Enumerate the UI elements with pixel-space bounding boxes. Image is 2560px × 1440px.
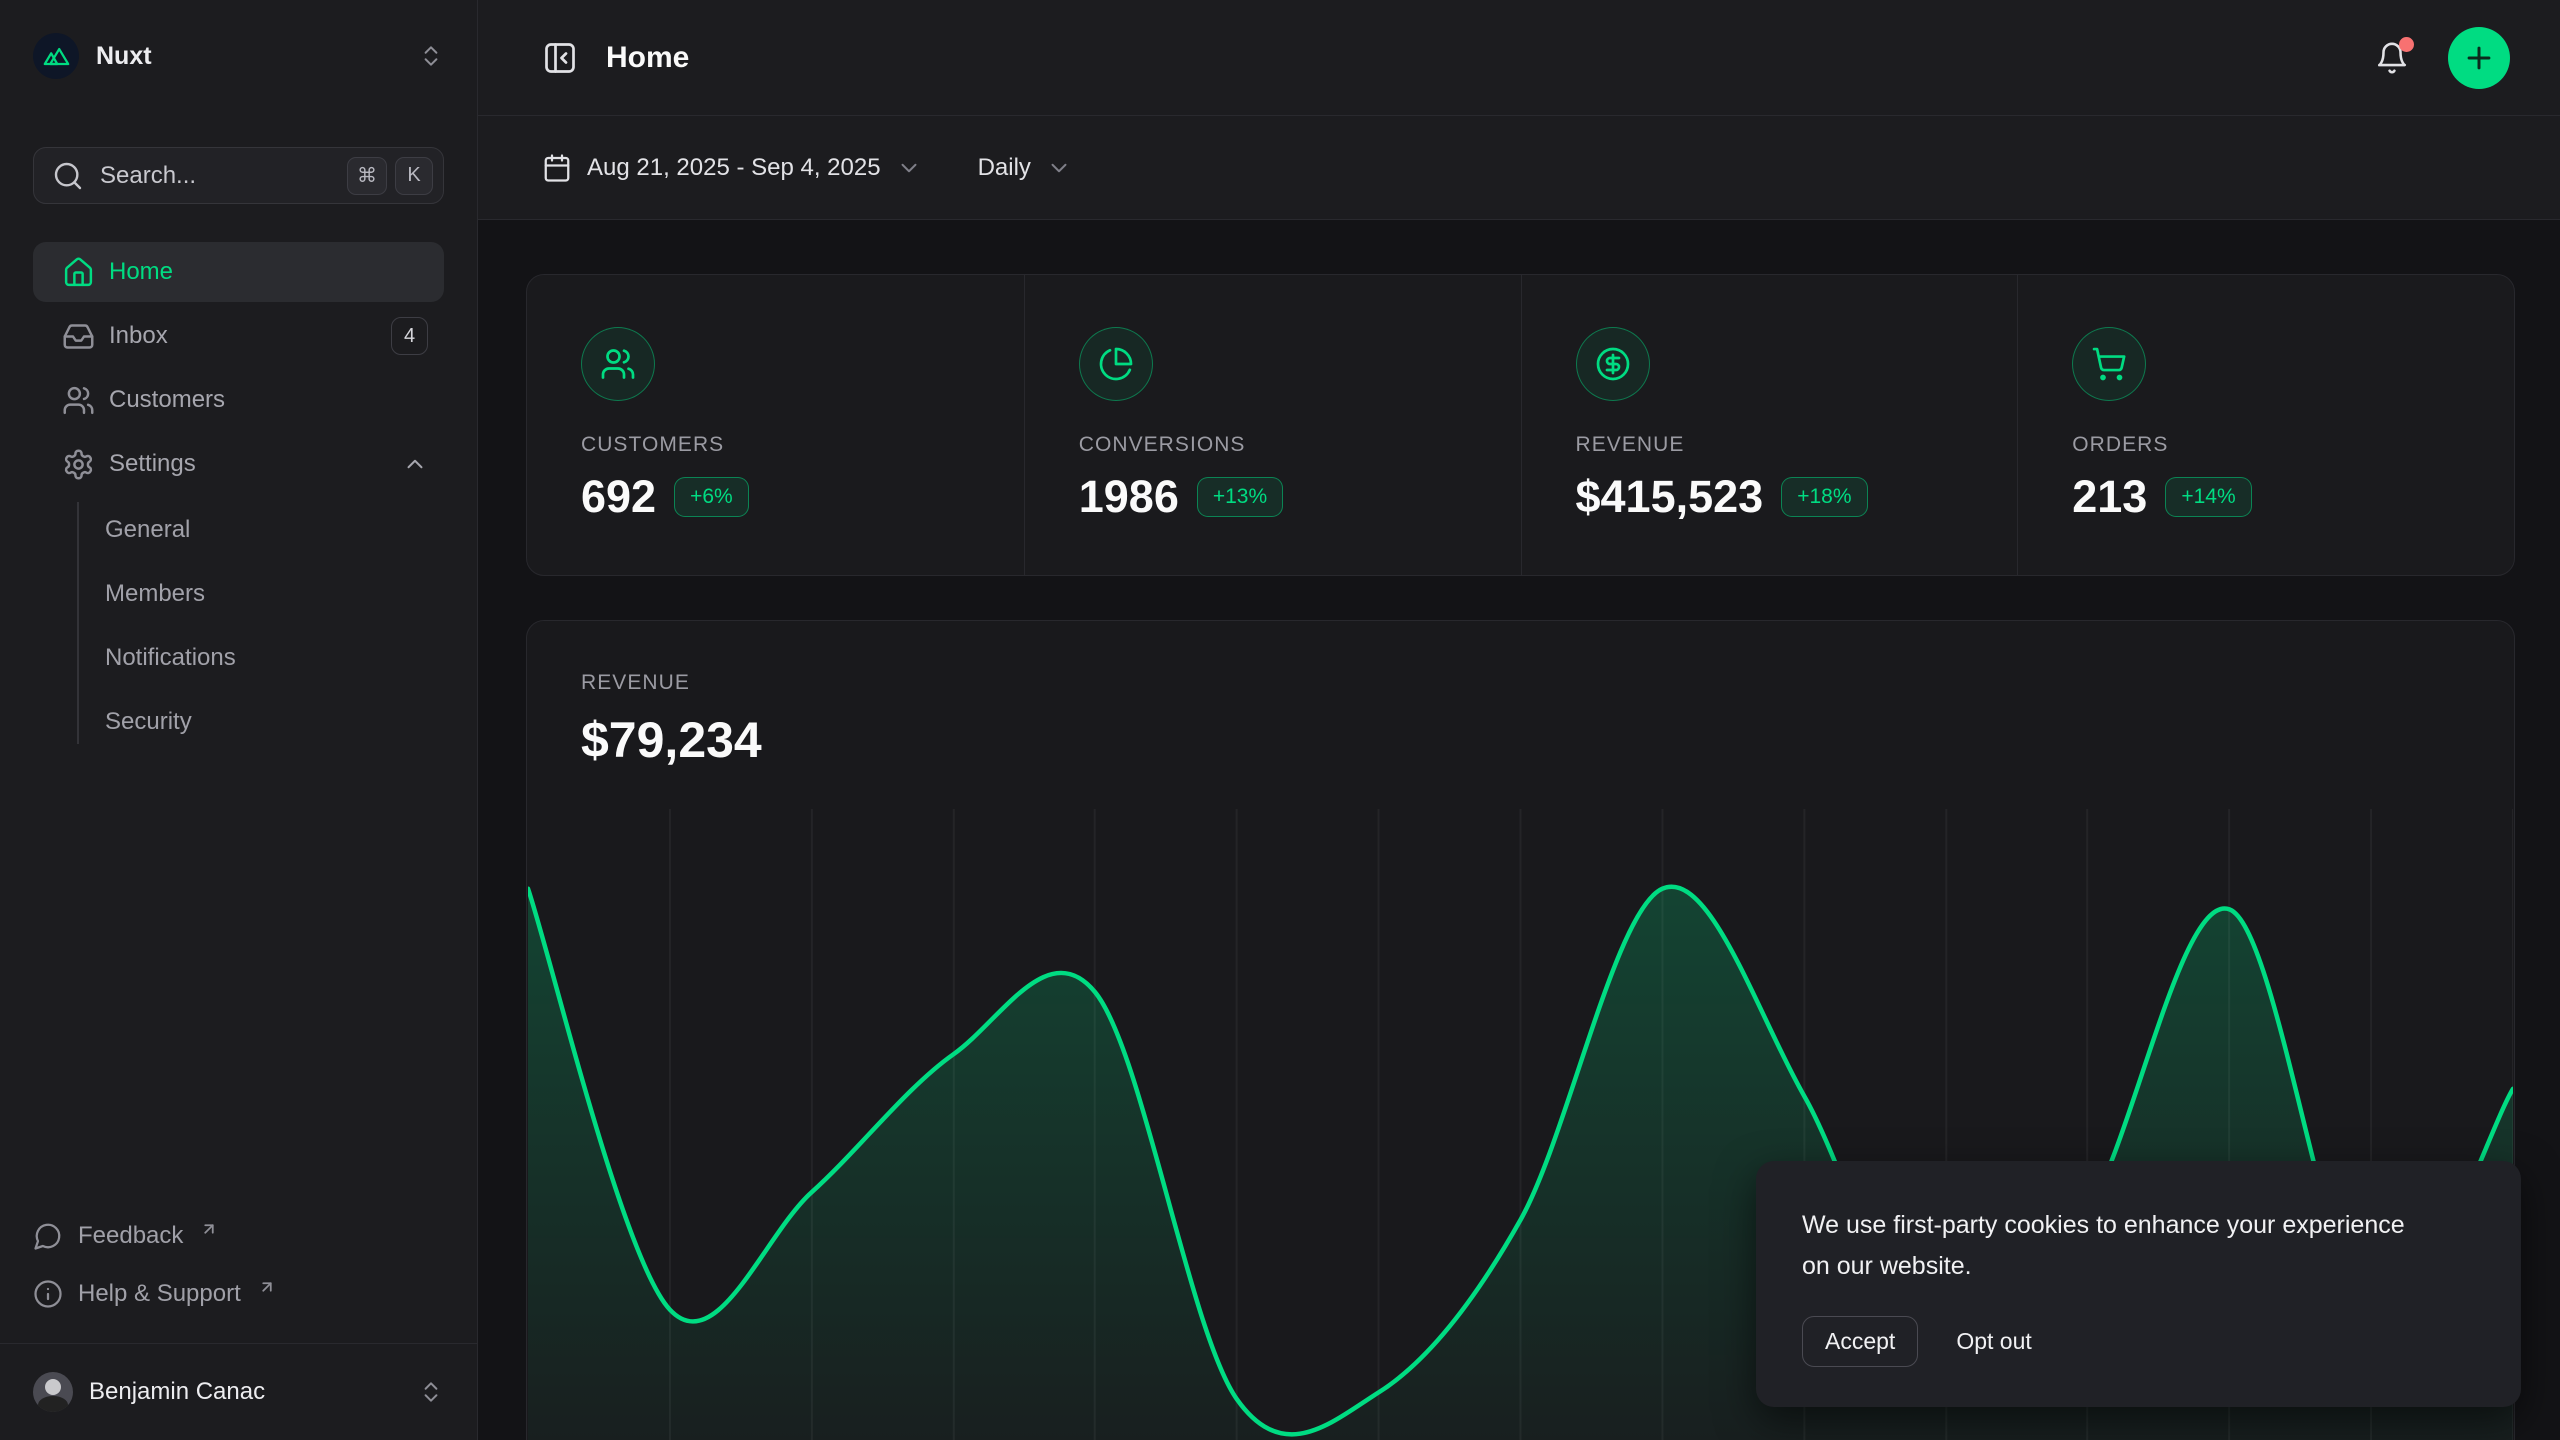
search-icon: [52, 160, 84, 192]
sidebar-item-label: Inbox: [109, 322, 168, 350]
notification-dot: [2399, 37, 2414, 52]
sidebar-item-label: Home: [109, 258, 173, 286]
stat-label: CUSTOMERS: [581, 433, 994, 457]
sidebar-nav: Home Inbox 4 Customers: [33, 242, 444, 760]
help-support-link[interactable]: Help & Support: [33, 1265, 444, 1323]
chat-bubble-icon: [33, 1221, 63, 1251]
stat-delta-badge: +14%: [2165, 477, 2251, 517]
stat-card-revenue: REVENUE $415,523 +18%: [1521, 275, 2018, 575]
stat-card-conversions: CONVERSIONS 1986 +13%: [1024, 275, 1521, 575]
stat-value: 1986: [1079, 471, 1179, 523]
stats-panel: CUSTOMERS 692 +6% CONVERSIONS 1986 +13%: [526, 274, 2515, 576]
cookie-message: We use first-party cookies to enhance yo…: [1802, 1205, 2432, 1286]
avatar: [33, 1372, 73, 1412]
stat-label: CONVERSIONS: [1079, 433, 1491, 457]
stat-value: 692: [581, 471, 656, 523]
external-link-icon: [258, 1278, 276, 1296]
stat-value: 213: [2072, 471, 2147, 523]
info-circle-icon: [33, 1279, 63, 1309]
panel-left-close-icon: [542, 40, 578, 76]
granularity-value: Daily: [978, 154, 1031, 182]
gear-icon: [62, 448, 95, 481]
revenue-chart-value: $79,234: [581, 711, 2460, 769]
sidebar-item-home[interactable]: Home: [33, 242, 444, 302]
pie-chart-icon: [1079, 327, 1153, 401]
feedback-label: Feedback: [78, 1222, 183, 1250]
cart-icon: [2072, 327, 2146, 401]
stat-card-orders: ORDERS 213 +14%: [2017, 275, 2514, 575]
inbox-icon: [62, 320, 95, 353]
stat-label: REVENUE: [1576, 433, 1988, 457]
page-header: Home: [478, 0, 2560, 116]
external-link-icon: [200, 1220, 218, 1238]
stat-delta-badge: +18%: [1781, 477, 1867, 517]
inbox-unread-badge: 4: [391, 317, 428, 355]
kbd-k: K: [395, 157, 433, 195]
header-actions: [2375, 27, 2510, 89]
workspace-name: Nuxt: [96, 42, 401, 71]
search-input[interactable]: Search... ⌘ K: [33, 147, 444, 204]
chevrons-up-down-icon: [418, 1379, 444, 1405]
sidebar-item-general[interactable]: General: [105, 498, 444, 562]
page-title: Home: [606, 41, 689, 75]
plus-icon: [2462, 41, 2496, 75]
date-range-value: Aug 21, 2025 - Sep 4, 2025: [587, 154, 881, 182]
sidebar-item-label: Customers: [109, 386, 225, 414]
filters-toolbar: Aug 21, 2025 - Sep 4, 2025 Daily: [478, 116, 2560, 220]
search-shortcut: ⌘ K: [347, 157, 433, 195]
calendar-icon: [542, 153, 572, 183]
revenue-chart-label: REVENUE: [581, 671, 2460, 695]
kbd-cmd: ⌘: [347, 157, 387, 195]
sidebar-item-label: Settings: [109, 450, 196, 478]
chevrons-up-down-icon: [418, 43, 444, 69]
users-icon: [62, 384, 95, 417]
date-range-picker[interactable]: Aug 21, 2025 - Sep 4, 2025: [542, 153, 922, 183]
user-name: Benjamin Canac: [89, 1378, 402, 1406]
dollar-circle-icon: [1576, 327, 1650, 401]
sidebar-item-inbox[interactable]: Inbox 4: [33, 306, 444, 366]
sidebar-item-members[interactable]: Members: [105, 562, 444, 626]
sidebar: Nuxt Search... ⌘ K: [0, 0, 478, 1440]
sidebar-item-notifications[interactable]: Notifications: [105, 626, 444, 690]
notifications-button[interactable]: [2375, 41, 2409, 75]
nuxt-logo-icon: [33, 33, 79, 79]
create-button[interactable]: [2448, 27, 2510, 89]
sidebar-footer-links: Feedback Help & Support: [0, 1207, 477, 1343]
chevron-down-icon: [1046, 155, 1072, 181]
cookie-optout-button[interactable]: Opt out: [1956, 1328, 2031, 1355]
user-menu[interactable]: Benjamin Canac: [0, 1343, 477, 1440]
sidebar-bottom: Feedback Help & Support Ben: [0, 1207, 477, 1440]
feedback-link[interactable]: Feedback: [33, 1207, 444, 1265]
sidebar-item-security[interactable]: Security: [105, 690, 444, 754]
sidebar-item-customers[interactable]: Customers: [33, 370, 444, 430]
stat-label: ORDERS: [2072, 433, 2484, 457]
help-support-label: Help & Support: [78, 1280, 241, 1308]
workspace-switcher[interactable]: Nuxt: [33, 33, 444, 79]
granularity-select[interactable]: Daily: [978, 154, 1072, 182]
stat-value: $415,523: [1576, 471, 1764, 523]
users-icon: [581, 327, 655, 401]
stat-card-customers: CUSTOMERS 692 +6%: [527, 275, 1024, 575]
stat-delta-badge: +13%: [1197, 477, 1283, 517]
stat-delta-badge: +6%: [674, 477, 749, 517]
sidebar-collapse-button[interactable]: [542, 40, 578, 76]
cookie-accept-button[interactable]: Accept: [1802, 1316, 1918, 1367]
home-icon: [62, 256, 95, 289]
chevron-up-icon: [402, 451, 428, 477]
sidebar-top: Nuxt Search... ⌘ K: [0, 0, 477, 760]
settings-subnav: General Members Notifications Security: [33, 498, 444, 754]
chevron-down-icon: [896, 155, 922, 181]
search-placeholder: Search...: [100, 162, 331, 190]
cookie-banner: We use first-party cookies to enhance yo…: [1756, 1161, 2521, 1407]
sidebar-item-settings[interactable]: Settings: [33, 434, 444, 494]
